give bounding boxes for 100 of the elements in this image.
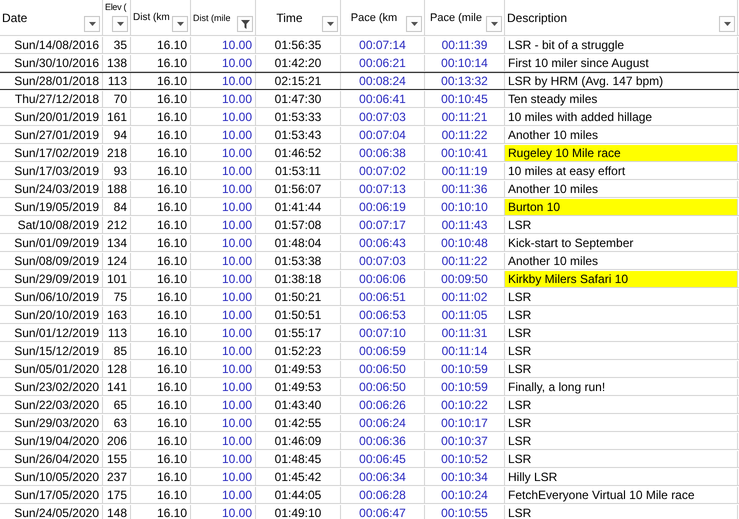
table-cell: 00:11:21	[425, 109, 505, 125]
table-cell: 00:06:24	[341, 415, 425, 431]
table-cell: 01:43:40	[256, 397, 341, 413]
table-cell: 218	[103, 145, 131, 161]
column-header[interactable]: Time	[256, 0, 341, 35]
table-cell: 00:07:10	[341, 325, 425, 341]
table-cell: 01:47:30	[256, 91, 341, 107]
table-cell: 00:07:04	[341, 127, 425, 143]
table-cell: 10.00	[191, 199, 256, 215]
table-cell: 16.10	[131, 343, 191, 359]
column-header[interactable]: Dist (km	[131, 0, 191, 35]
table-cell: 00:11:19	[425, 163, 505, 179]
table-cell: Sun/24/05/2020	[0, 505, 103, 519]
table-cell: 00:06:38	[341, 145, 425, 161]
filter-dropdown-button[interactable]	[486, 16, 502, 32]
table-cell: 148	[103, 505, 131, 519]
table-cell: 00:11:43	[425, 217, 505, 233]
table-cell: 00:06:50	[341, 361, 425, 377]
table-cell: Hilly LSR	[505, 469, 738, 485]
table-cell: 16.10	[131, 397, 191, 413]
table-cell: Sun/26/04/2020	[0, 451, 103, 467]
caret-icon	[724, 22, 730, 26]
table-cell: 65	[103, 397, 131, 413]
table-cell: LSR	[505, 325, 738, 341]
table-cell: LSR - bit of a struggle	[505, 37, 738, 53]
table-cell: 01:53:33	[256, 109, 341, 125]
column-header[interactable]: Dist (mile	[191, 0, 256, 35]
column-header[interactable]: Description	[505, 0, 738, 35]
table-cell: 10.00	[191, 487, 256, 503]
table-cell: Sun/27/01/2019	[0, 127, 103, 143]
table-cell: 93	[103, 163, 131, 179]
table-cell: 10.00	[191, 37, 256, 53]
table-cell: 00:07:03	[341, 253, 425, 269]
table-cell: Sun/29/03/2020	[0, 415, 103, 431]
table-cell: Sun/10/05/2020	[0, 469, 103, 485]
table-cell: 01:49:10	[256, 505, 341, 519]
table-cell: 01:50:21	[256, 289, 341, 305]
table-cell: 00:10:52	[425, 451, 505, 467]
table-cell: 10.00	[191, 217, 256, 233]
table-cell: 128	[103, 361, 131, 377]
table-cell: LSR	[505, 217, 738, 233]
table-cell: 00:06:36	[341, 433, 425, 449]
column-header[interactable]: Pace (km	[341, 0, 425, 35]
filter-dropdown-button[interactable]	[172, 16, 188, 32]
column-header[interactable]: Date	[0, 0, 103, 35]
table-cell: 01:38:18	[256, 271, 341, 287]
table-cell: 16.10	[131, 433, 191, 449]
table-cell: Finally, a long run!	[505, 379, 738, 395]
column-header[interactable]: Elev (	[103, 0, 131, 35]
table-cell: Sun/19/05/2019	[0, 199, 103, 215]
table-cell: 10.00	[191, 55, 256, 71]
table-cell: 16.10	[131, 109, 191, 125]
table-cell: 00:07:02	[341, 163, 425, 179]
table-cell: Another 10 miles	[505, 181, 738, 197]
table-cell: 01:55:17	[256, 325, 341, 341]
table-cell: 10.00	[191, 109, 256, 125]
table-cell: 10.00	[191, 73, 256, 89]
table-cell: LSR	[505, 433, 738, 449]
table-cell: 10.00	[191, 91, 256, 107]
table-cell: 16.10	[131, 73, 191, 89]
table-cell: 10.00	[191, 145, 256, 161]
table-cell: 35	[103, 37, 131, 53]
table-cell: 00:06:50	[341, 379, 425, 395]
filter-dropdown-button[interactable]	[719, 16, 735, 32]
table-cell: 10.00	[191, 379, 256, 395]
table-cell: 10 miles with added hillage	[505, 109, 738, 125]
table-cell: 00:07:03	[341, 109, 425, 125]
table-cell: 00:10:55	[425, 505, 505, 519]
table-cell: 138	[103, 55, 131, 71]
filter-dropdown-button[interactable]	[237, 16, 253, 32]
table-cell: Sun/24/03/2019	[0, 181, 103, 197]
table-cell: 00:06:21	[341, 55, 425, 71]
table-cell: 01:48:04	[256, 235, 341, 251]
table-cell: 10.00	[191, 163, 256, 179]
column-header[interactable]: Pace (mile	[425, 0, 505, 35]
table-cell: 00:06:53	[341, 307, 425, 323]
table-cell: 10.00	[191, 343, 256, 359]
table-cell: LSR by HRM (Avg. 147 bpm)	[505, 73, 738, 89]
table-cell: Sun/08/09/2019	[0, 253, 103, 269]
table-cell: 10.00	[191, 505, 256, 519]
filter-dropdown-button[interactable]	[112, 16, 128, 32]
table-cell: 01:49:53	[256, 361, 341, 377]
table-cell: 01:45:42	[256, 469, 341, 485]
table-cell: 212	[103, 217, 131, 233]
table-cell: 00:10:17	[425, 415, 505, 431]
table-cell: 10.00	[191, 325, 256, 341]
filter-dropdown-button[interactable]	[322, 16, 338, 32]
caret-icon	[490, 22, 498, 26]
table-cell: 16.10	[131, 217, 191, 233]
table-cell: Sun/14/08/2016	[0, 37, 103, 53]
filter-dropdown-button[interactable]	[406, 16, 422, 32]
table-cell: 113	[103, 73, 131, 89]
table-cell: 00:11:02	[425, 289, 505, 305]
table-cell: 63	[103, 415, 131, 431]
table-cell: 75	[103, 289, 131, 305]
table-cell: 01:56:07	[256, 181, 341, 197]
table-cell: 01:52:23	[256, 343, 341, 359]
table-cell: First 10 miler since August	[505, 55, 738, 71]
table-cell: 10.00	[191, 181, 256, 197]
filter-dropdown-button[interactable]	[84, 16, 100, 32]
